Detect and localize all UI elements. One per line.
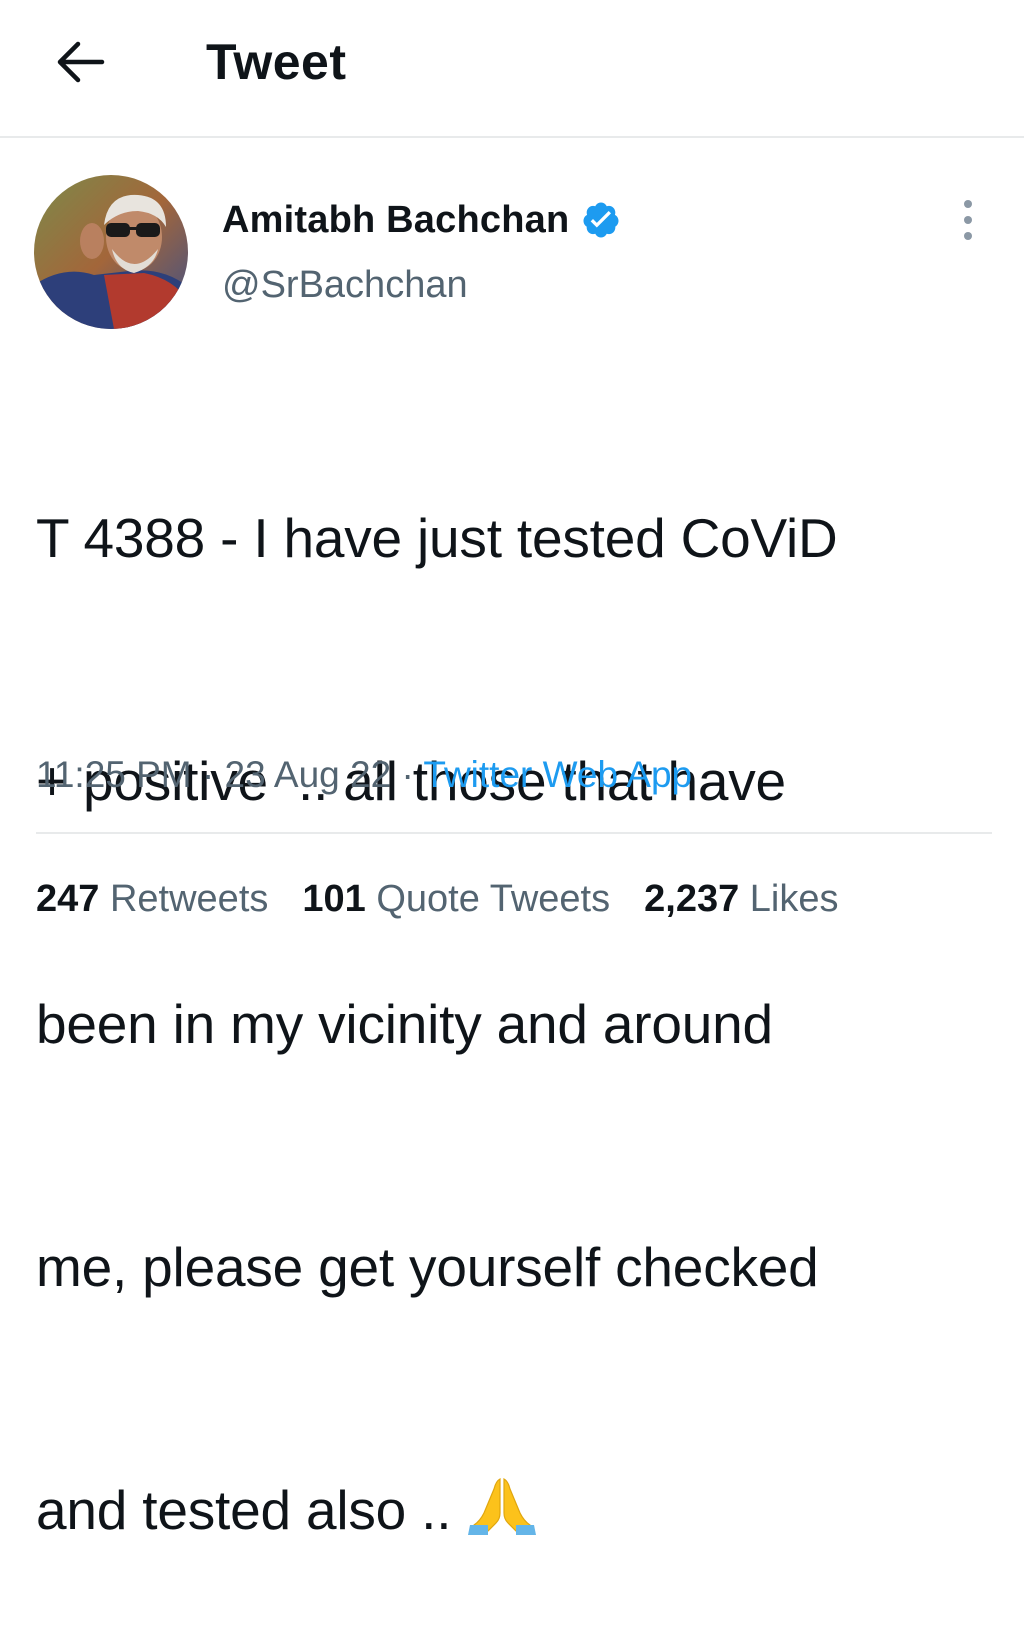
divider <box>36 832 992 834</box>
arrow-left-icon <box>54 40 106 89</box>
avatar-image <box>34 175 188 329</box>
tweet-source-link[interactable]: Twitter Web App <box>423 754 692 795</box>
likes-count: 2,237 <box>644 878 740 920</box>
back-button[interactable] <box>50 38 110 90</box>
tweet-text-line: me, please get yourself checked <box>36 1236 819 1298</box>
tweet-meta: 11:25 PM · 23 Aug 22 · Twitter Web App <box>36 752 692 798</box>
likes-label: Likes <box>749 878 839 920</box>
retweets-count: 247 <box>36 878 100 920</box>
author-name-link[interactable]: Amitabh Bachchan <box>222 196 621 244</box>
page-title: Tweet <box>206 34 347 90</box>
engagement-stats: 247 Retweets 101 Quote Tweets 2,237 Like… <box>36 876 873 922</box>
quote-tweets-stat[interactable]: 101 Quote Tweets <box>302 876 610 922</box>
retweets-stat[interactable]: 247 Retweets <box>36 876 268 922</box>
verified-badge-icon <box>581 200 621 240</box>
avatar[interactable] <box>34 175 188 329</box>
folded-hands-emoji-icon <box>466 1475 538 1535</box>
tweet-text-line: and tested also .. <box>36 1479 467 1541</box>
quote-tweets-count: 101 <box>302 878 366 920</box>
tweet-time[interactable]: 11:25 PM <box>36 754 192 795</box>
tweet-text-line-last: and tested also .. <box>36 1470 996 1551</box>
meta-separator: · <box>391 754 424 795</box>
tweet-text: T 4388 - I have just tested CoViD + posi… <box>36 336 996 1632</box>
vertical-dots-icon <box>962 198 974 247</box>
retweets-label: Retweets <box>109 878 269 920</box>
top-bar: Tweet <box>0 0 1024 138</box>
tweet-date[interactable]: 23 Aug 22 <box>225 754 392 795</box>
more-options-button[interactable] <box>944 194 992 250</box>
tweet-text-line: been in my vicinity and around <box>36 993 773 1055</box>
quote-tweets-label: Quote Tweets <box>376 878 611 920</box>
author-handle[interactable]: @SrBachchan <box>222 262 468 308</box>
likes-stat[interactable]: 2,237 Likes <box>644 876 838 922</box>
tweet-text-line: T 4388 - I have just tested CoViD <box>36 507 838 569</box>
meta-separator: · <box>191 754 225 795</box>
author-name: Amitabh Bachchan <box>222 199 570 241</box>
